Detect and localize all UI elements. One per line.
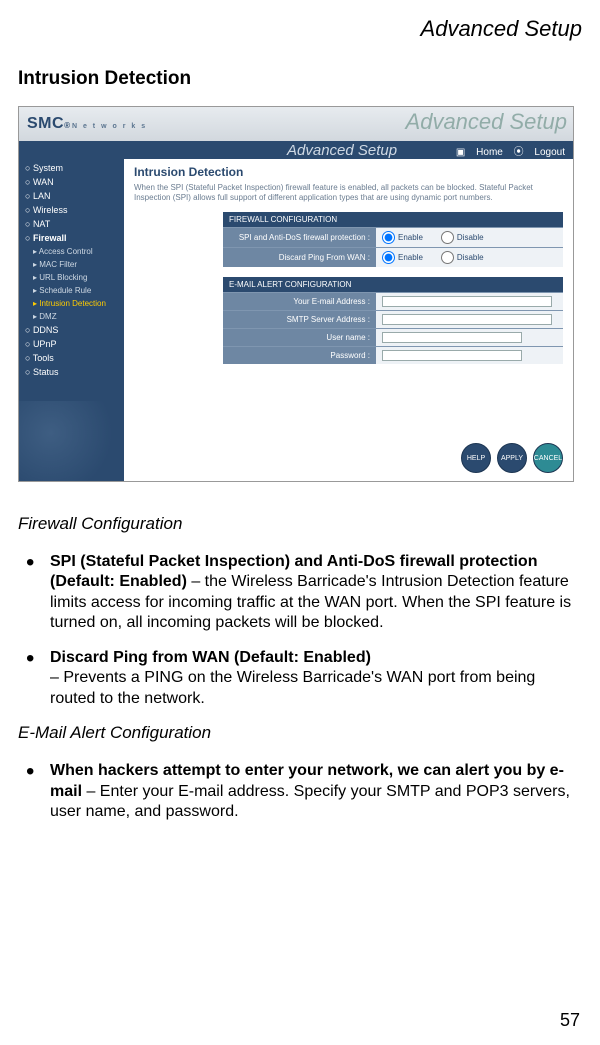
sidebar-item-tools[interactable]: ○ Tools <box>19 351 124 365</box>
doc-header: Advanced Setup <box>18 16 582 42</box>
email-config-header: E-MAIL ALERT CONFIGURATION <box>223 277 563 293</box>
password-input[interactable] <box>382 350 522 361</box>
ping-disable-radio[interactable]: Disable <box>441 251 484 264</box>
sidebar-item-nat[interactable]: ○ NAT <box>19 217 124 231</box>
row-email-label: Your E-mail Address : <box>223 293 376 311</box>
sidebar-decoration <box>19 401 124 481</box>
router-toolbar: Advanced Setup ▣ Home ⦿ Logout <box>19 141 573 159</box>
spi-disable-radio[interactable]: Disable <box>441 231 484 244</box>
logo-reg: ® <box>64 121 70 130</box>
logout-link-label: Logout <box>534 147 565 158</box>
smc-logo: SMC® N e t w o r k s <box>27 115 147 133</box>
row-smtp-label: SMTP Server Address : <box>223 311 376 329</box>
email-bullet-list: When hackers attempt to enter your netwo… <box>18 761 582 822</box>
bullet-email-alert: When hackers attempt to enter your netwo… <box>18 761 582 822</box>
home-link[interactable]: ▣ Home <box>456 147 503 158</box>
bullet-spi: SPI (Stateful Packet Inspection) and Ant… <box>18 552 582 634</box>
section-heading-intrusion: Intrusion Detection <box>18 68 582 90</box>
spi-enable-radio[interactable]: Enable <box>382 231 423 244</box>
sidebar-item-intrusion-detection[interactable]: ▸ Intrusion Detection <box>19 297 124 310</box>
ping-enable-radio[interactable]: Enable <box>382 251 423 264</box>
email-input[interactable] <box>382 296 552 307</box>
smtp-input[interactable] <box>382 314 552 325</box>
bullet-ping: Discard Ping from WAN (Default: Enabled)… <box>18 648 582 709</box>
row-spi-label: SPI and Anti-DoS firewall protection : <box>223 228 376 248</box>
firewall-config-table: FIREWALL CONFIGURATION SPI and Anti-DoS … <box>223 212 563 267</box>
firewall-bullet-list: SPI (Stateful Packet Inspection) and Ant… <box>18 552 582 709</box>
sidebar-item-mac-filter[interactable]: ▸ MAC Filter <box>19 258 124 271</box>
sidebar-item-access-control[interactable]: ▸ Access Control <box>19 245 124 258</box>
sidebar-item-wireless[interactable]: ○ Wireless <box>19 203 124 217</box>
sidebar-item-system[interactable]: ○ System <box>19 161 124 175</box>
router-topbar: SMC® N e t w o r k s <box>19 107 573 141</box>
home-link-label: Home <box>476 147 503 158</box>
sidebar-item-url-blocking[interactable]: ▸ URL Blocking <box>19 271 124 284</box>
router-content: Intrusion Detection When the SPI (Statef… <box>124 159 573 481</box>
content-desc: When the SPI (Stateful Packet Inspection… <box>134 183 563 202</box>
apply-button[interactable]: APPLY <box>497 443 527 473</box>
sidebar-item-dmz[interactable]: ▸ DMZ <box>19 310 124 323</box>
sidebar-item-wan[interactable]: ○ WAN <box>19 175 124 189</box>
username-input[interactable] <box>382 332 522 343</box>
sidebar-item-status[interactable]: ○ Status <box>19 365 124 379</box>
help-button[interactable]: HELP <box>461 443 491 473</box>
email-config-table: E-MAIL ALERT CONFIGURATION Your E-mail A… <box>223 277 563 364</box>
logout-link[interactable]: ⦿ Logout <box>514 147 565 158</box>
row-pass-label: Password : <box>223 347 376 365</box>
logo-sub: N e t w o r k s <box>72 123 147 130</box>
sidebar-item-firewall[interactable]: ○ Firewall <box>19 231 124 245</box>
content-title: Intrusion Detection <box>134 165 563 179</box>
bullet-ping-bold: Discard Ping from WAN (Default: Enabled) <box>50 649 371 666</box>
subheading-firewall-config: Firewall Configuration <box>18 514 582 534</box>
sidebar-item-schedule-rule[interactable]: ▸ Schedule Rule <box>19 284 124 297</box>
sidebar-item-upnp[interactable]: ○ UPnP <box>19 337 124 351</box>
router-sidebar: ○ System ○ WAN ○ LAN ○ Wireless ○ NAT ○ … <box>19 159 124 481</box>
logo-main: SMC <box>27 115 64 133</box>
firewall-config-header: FIREWALL CONFIGURATION <box>223 212 563 228</box>
page-number: 57 <box>560 1010 580 1031</box>
bullet-email-rest: – Enter your E-mail address. Specify you… <box>50 783 570 820</box>
subheading-email-config: E-Mail Alert Configuration <box>18 723 582 743</box>
row-ping-label: Discard Ping From WAN : <box>223 248 376 268</box>
row-user-label: User name : <box>223 329 376 347</box>
router-screenshot: Advanced Setup SMC® N e t w o r k s Adva… <box>18 106 574 482</box>
bullet-ping-rest: – Prevents a PING on the Wireless Barric… <box>50 669 535 706</box>
toolbar-title: Advanced Setup <box>287 142 397 159</box>
cancel-button[interactable]: CANCEL <box>533 443 563 473</box>
sidebar-item-ddns[interactable]: ○ DDNS <box>19 323 124 337</box>
sidebar-item-lan[interactable]: ○ LAN <box>19 189 124 203</box>
